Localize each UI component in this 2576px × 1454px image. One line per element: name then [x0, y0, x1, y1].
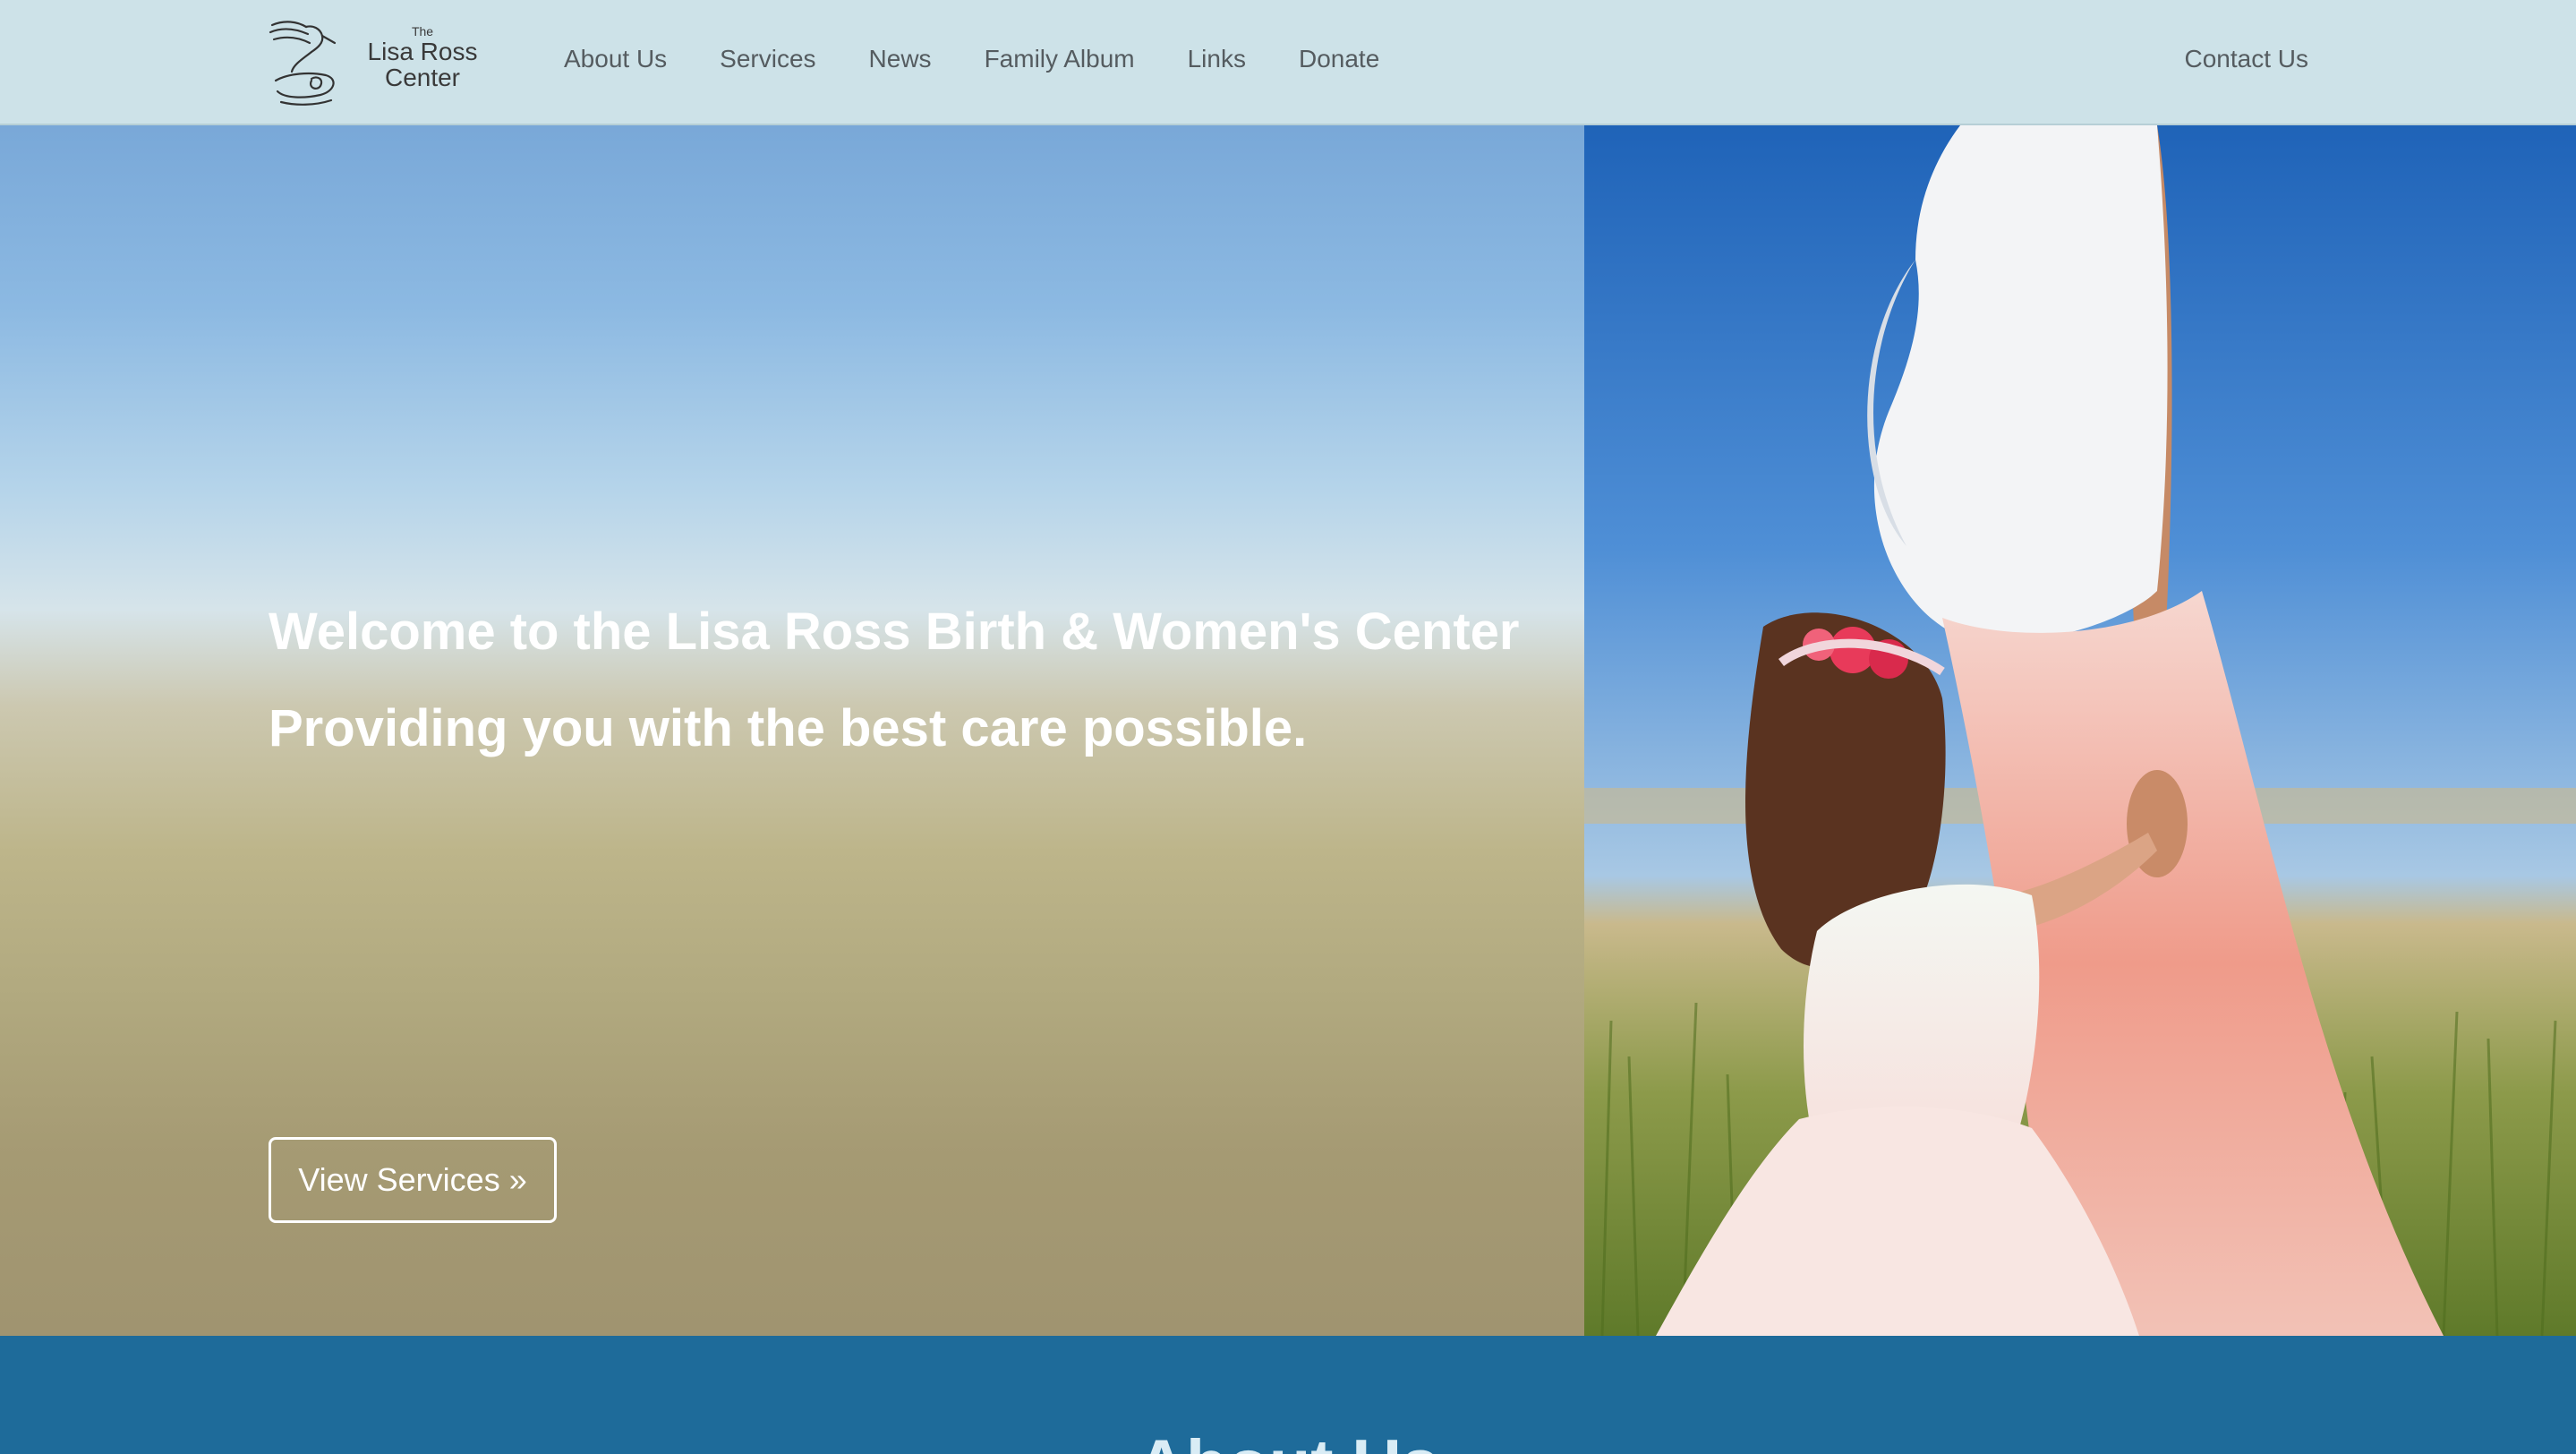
stork-logo-icon: [269, 21, 337, 106]
logo-wordmark: The Lisa Ross Center: [360, 24, 485, 92]
main-nav: About Us Services News Family Album Link…: [564, 45, 1432, 73]
logo-line-2: Center: [384, 64, 461, 92]
hero-photo-illustration: [1584, 125, 2576, 1336]
hero-photo-mother-and-daughter: [1584, 125, 2576, 1336]
about-heading: About Us: [0, 1425, 2576, 1454]
nav-links[interactable]: Links: [1188, 45, 1246, 73]
logo-the: The: [411, 24, 434, 38]
about-section: About Us: [0, 1336, 2576, 1454]
hero-subtitle: Providing you with the best care possibl…: [269, 699, 1308, 757]
logo-line-1: Lisa Ross: [367, 37, 478, 65]
view-services-button[interactable]: View Services »: [269, 1137, 557, 1223]
site-logo[interactable]: The Lisa Ross Center: [267, 13, 482, 113]
nav-news[interactable]: News: [869, 45, 932, 73]
nav-donate[interactable]: Donate: [1299, 45, 1379, 73]
nav-about-us[interactable]: About Us: [564, 45, 667, 73]
nav-contact-us[interactable]: Contact Us: [2185, 45, 2309, 73]
nav-services[interactable]: Services: [720, 45, 815, 73]
site-header: The Lisa Ross Center About Us Services N…: [0, 0, 2576, 125]
nav-family-album[interactable]: Family Album: [985, 45, 1135, 73]
hero-title: Welcome to the Lisa Ross Birth & Women's…: [269, 603, 1520, 661]
